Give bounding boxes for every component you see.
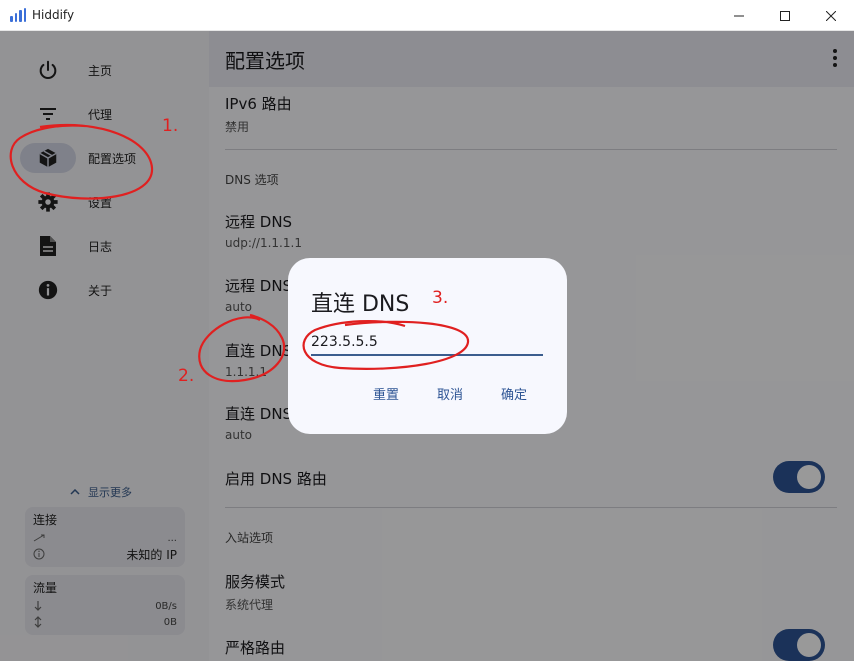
window-title: Hiddify [32, 8, 75, 22]
close-icon [826, 10, 836, 21]
title-bar: Hiddify [0, 0, 854, 31]
hiddify-logo-icon [10, 8, 26, 22]
annotation-number-2: 2. [178, 366, 195, 386]
cancel-button[interactable]: 取消 [437, 384, 463, 403]
maximize-button[interactable] [762, 0, 808, 31]
direct-dns-dialog: 直连 DNS 重置 取消 确定 [288, 258, 567, 434]
close-button[interactable] [808, 0, 854, 31]
dialog-title: 直连 DNS [311, 292, 410, 317]
minimize-icon [734, 15, 744, 16]
annotation-number-1: 1. [162, 116, 179, 136]
maximize-icon [780, 10, 790, 21]
ok-button[interactable]: 确定 [501, 384, 527, 403]
minimize-button[interactable] [716, 0, 762, 31]
annotation-number-3: 3. [432, 288, 449, 308]
direct-dns-input[interactable] [311, 330, 543, 356]
reset-button[interactable]: 重置 [373, 384, 399, 403]
